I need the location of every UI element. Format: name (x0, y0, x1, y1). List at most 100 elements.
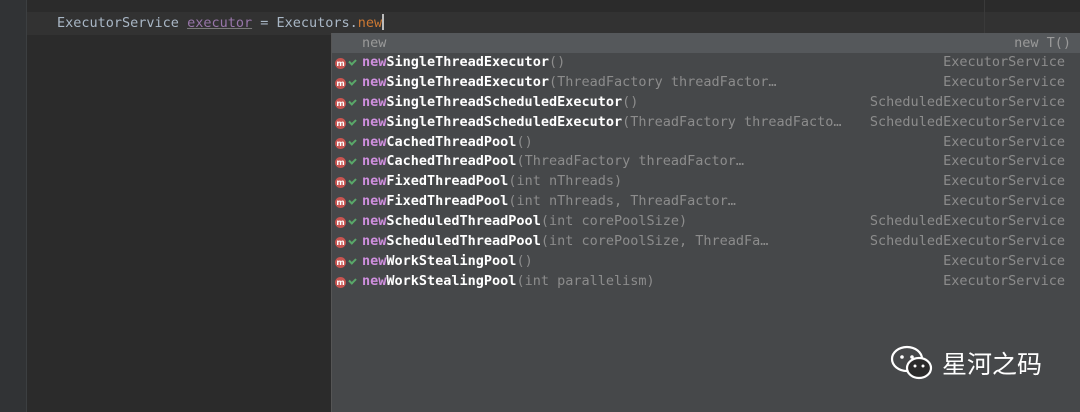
completion-item-name: newCachedThreadPool() (362, 133, 533, 153)
completion-item-name: newSingleThreadScheduledExecutor(ThreadF… (362, 113, 842, 133)
public-visibility-icon (349, 176, 355, 186)
completion-return-type: ExecutorService (943, 272, 1065, 289)
method-icon: m (335, 117, 346, 129)
completion-header-hint: new T() (1014, 35, 1071, 51)
watermark: 星河之码 (890, 343, 1042, 383)
completion-item[interactable]: m newFixedThreadPool(int nThreads) Executo… (332, 172, 1080, 192)
completion-params: (int nThreads, ThreadFactory threadFacto… (508, 193, 738, 210)
completion-item[interactable]: m newWorkStealingPool() ExecutorService (332, 252, 1080, 272)
completion-item-name: newScheduledThreadPool(int corePoolSize,… (362, 232, 771, 252)
completion-params: (int corePoolSize) (540, 213, 688, 230)
completion-method-name: WorkStealingPool (386, 252, 517, 269)
completion-params: (ThreadFactory threadFactory) (516, 153, 747, 170)
public-visibility-icon (349, 156, 355, 166)
completion-item[interactable]: m newCachedThreadPool(ThreadFactory threa… (332, 152, 1080, 172)
method-icon: m (335, 157, 346, 169)
completion-item-name: newWorkStealingPool(int parallelism) (362, 272, 655, 292)
completion-params: (ThreadFactory threadFacto… (622, 113, 842, 130)
completion-match-prefix: new (362, 113, 387, 130)
completion-return-type: ScheduledExecutorService (869, 213, 1065, 230)
completion-params: () (516, 133, 533, 150)
wechat-icon (890, 345, 933, 380)
public-visibility-icon (349, 216, 355, 226)
completion-return-type: ExecutorService (943, 252, 1065, 269)
code-assign: = (252, 15, 277, 31)
method-icon: m (335, 217, 346, 229)
code-line[interactable]: ExecutorService executor = Executors.new (57, 14, 384, 33)
completion-return-type: ScheduledExecutorService (869, 233, 1065, 249)
completion-return-type: ExecutorService (943, 173, 1065, 190)
code-variable: executor (187, 15, 253, 31)
completion-params: (int corePoolSize, ThreadFactory thr… (540, 233, 771, 249)
completion-method-name: ScheduledThreadPool (386, 233, 541, 249)
completion-match-prefix: new (362, 272, 387, 289)
completion-item[interactable]: m newScheduledThreadPool(int corePoolSize… (332, 212, 1080, 232)
completion-item-name: newSingleThreadExecutor(ThreadFactory th… (362, 73, 779, 93)
completion-return-type: ExecutorService (943, 73, 1065, 90)
completion-item-name: newSingleThreadScheduledExecutor() (362, 93, 638, 113)
editor-gutter (0, 0, 27, 412)
completion-item[interactable]: m newSingleThreadScheduledExecutor() Sched… (332, 93, 1080, 113)
completion-match-prefix: new (362, 213, 387, 230)
completion-params: (int nThreads) (508, 173, 623, 190)
completion-item[interactable]: m newCachedThreadPool() ExecutorService (332, 133, 1080, 153)
completion-item[interactable]: m newWorkStealingPool(int parallelism) Exe… (332, 272, 1080, 292)
public-visibility-icon (349, 236, 355, 246)
completion-item-name: newFixedThreadPool(int nThreads) (362, 172, 622, 192)
completion-method-name: FixedThreadPool (386, 193, 509, 210)
completion-item[interactable]: m newSingleThreadExecutor() ExecutorServic… (332, 53, 1080, 73)
completion-params: (ThreadFactory threadFactory) (548, 73, 779, 90)
completion-header-filter: new (362, 35, 387, 51)
completion-match-prefix: new (362, 193, 387, 210)
completion-params: () (516, 252, 533, 269)
completion-method-name: CachedThreadPool (386, 153, 517, 170)
completion-item[interactable]: m newSingleThreadExecutor(ThreadFactory t… (332, 73, 1080, 93)
completion-match-prefix: new (362, 233, 387, 249)
completion-method-name: FixedThreadPool (386, 173, 509, 190)
completion-method-name: WorkStealingPool (386, 272, 517, 289)
completion-item[interactable]: m newFixedThreadPool(int nThreads, Thread… (332, 192, 1080, 212)
completion-method-name: ScheduledThreadPool (386, 213, 541, 230)
public-visibility-icon (349, 77, 355, 87)
public-visibility-icon (349, 196, 355, 206)
method-icon: m (335, 237, 346, 249)
completion-return-type: ScheduledExecutorService (869, 113, 1065, 130)
completion-return-type: ExecutorService (943, 193, 1065, 210)
method-icon: m (335, 197, 346, 209)
completion-params: () (548, 53, 566, 70)
completion-method-name: SingleThreadScheduledExecutor (386, 113, 623, 130)
completion-match-prefix: new (362, 73, 387, 90)
code-type: ExecutorService (57, 15, 179, 31)
code-typed-text: new (357, 15, 383, 31)
code-class: Executors. (276, 15, 358, 31)
completion-params: () (622, 93, 639, 110)
completion-item-name: newSingleThreadExecutor() (362, 53, 565, 73)
completion-item-name: newWorkStealingPool() (362, 252, 533, 272)
completion-match-prefix: new (362, 133, 387, 150)
completion-method-name: CachedThreadPool (386, 133, 517, 150)
completion-match-prefix: new (362, 93, 387, 110)
public-visibility-icon (349, 117, 355, 127)
completion-method-name: SingleThreadExecutor (386, 73, 549, 90)
method-icon: m (335, 137, 346, 149)
completion-header: new new T() (332, 33, 1080, 53)
method-icon: m (335, 177, 346, 189)
completion-return-type: ExecutorService (943, 53, 1065, 70)
public-visibility-icon (349, 97, 355, 107)
completion-return-type: ExecutorService (943, 153, 1065, 170)
completion-return-type: ExecutorService (943, 133, 1065, 150)
completion-item-name: newScheduledThreadPool(int corePoolSize) (362, 212, 687, 232)
completion-item[interactable]: m newScheduledThreadPool(int corePoolSize… (332, 232, 1080, 252)
completion-item-name: newCachedThreadPool(ThreadFactory thread… (362, 152, 746, 172)
completion-params: (int parallelism) (516, 272, 655, 289)
method-icon: m (335, 256, 346, 268)
method-icon: m (335, 58, 346, 69)
public-visibility-icon (349, 57, 355, 67)
completion-item[interactable]: m newSingleThreadScheduledExecutor(Thread… (332, 113, 1080, 133)
completion-match-prefix: new (362, 153, 387, 170)
completion-item-name: newFixedThreadPool(int nThreads, ThreadF… (362, 192, 738, 212)
watermark-text: 星河之码 (942, 350, 1043, 379)
method-icon: m (335, 97, 346, 109)
completion-return-type: ScheduledExecutorService (869, 93, 1065, 110)
completion-match-prefix: new (362, 173, 387, 190)
